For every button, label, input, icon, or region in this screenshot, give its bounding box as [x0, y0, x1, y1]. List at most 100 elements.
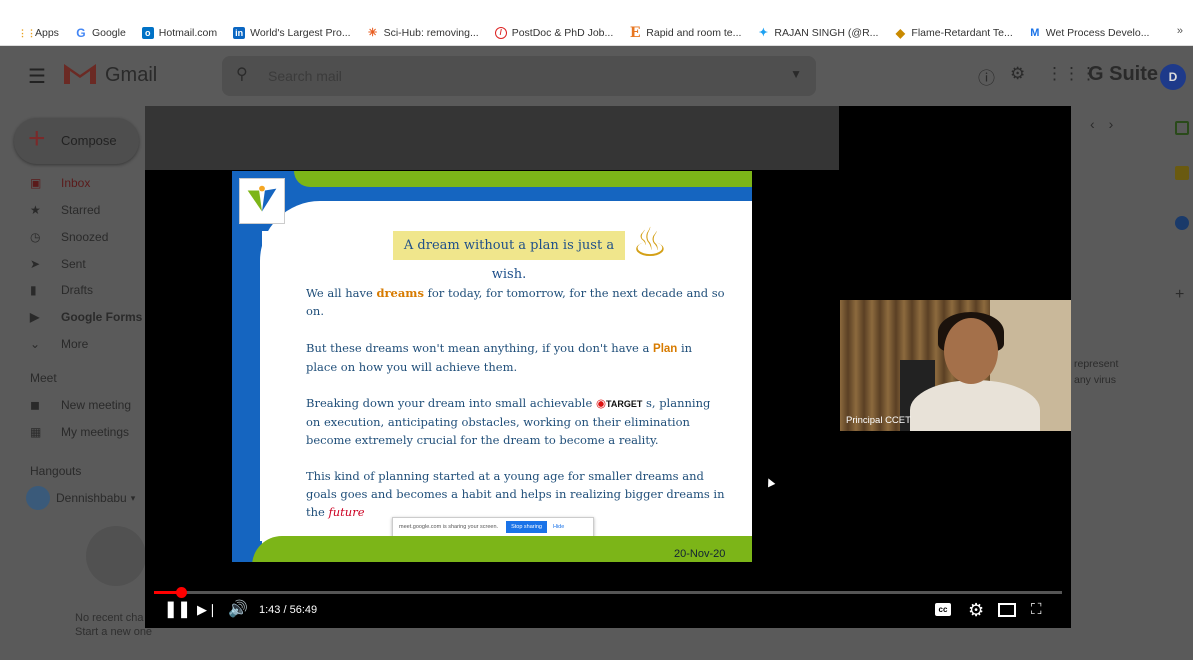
sidebar-item-more[interactable]: ⌄ More: [30, 337, 88, 351]
bookmark-postdoc[interactable]: / PostDoc & PhD Job...: [494, 26, 614, 39]
send-icon: ➤: [30, 257, 41, 271]
bookmark-google[interactable]: G Google: [75, 27, 126, 39]
bookmark-linkedin[interactable]: in World's Largest Pro...: [233, 26, 351, 39]
text: This kind of planning started at a young…: [306, 469, 725, 519]
browser-toolbar: [0, 0, 1193, 20]
slide-paragraph-4: This kind of planning started at a young…: [306, 467, 726, 521]
twitter-icon: ✦: [758, 26, 769, 39]
pause-icon[interactable]: ❚❚: [164, 600, 191, 620]
meet-section-title: Meet: [30, 371, 57, 385]
bookmark-rapid[interactable]: E Rapid and room te...: [629, 24, 742, 41]
nav-label: My meetings: [61, 425, 130, 439]
highlight-target: TARGET: [605, 399, 643, 409]
slide-paragraph-2: But these dreams won't mean anything, if…: [306, 339, 726, 376]
slide-title: A dream without a plan is just a wish.: [393, 231, 625, 282]
scihub-icon: ✳: [367, 26, 378, 39]
gear-icon[interactable]: ⚙: [968, 600, 984, 620]
avatar[interactable]: D: [1160, 64, 1186, 90]
share-notice-text: meet.google.com is sharing your screen.: [399, 524, 499, 530]
add-addon-icon[interactable]: +: [1175, 286, 1184, 304]
target-icon: ◉: [595, 396, 606, 410]
nav-label: More: [61, 337, 89, 351]
hide-button[interactable]: Hide: [553, 524, 564, 530]
bookmark-flame[interactable]: ◆ Flame-Retardant Te...: [894, 25, 1013, 40]
meet-my-meetings[interactable]: ▦ My meetings: [30, 425, 129, 439]
hangouts-user[interactable]: Dennishbabu ▾: [26, 486, 135, 510]
apps-grid-icon: ⋮⋮: [18, 27, 36, 38]
preview-line: any virus: [1074, 374, 1117, 386]
linkedin-icon: in: [233, 26, 246, 39]
bookmark-hotmail[interactable]: o Hotmail.com: [141, 26, 217, 39]
slide-band-green: [294, 171, 752, 187]
presenter-face: [944, 318, 998, 384]
bookmark-label: Wet Process Develo...: [1045, 26, 1150, 39]
text: But these dreams won't mean anything, if…: [306, 341, 654, 355]
bookmark-apps[interactable]: ⋮⋮ Apps: [18, 27, 59, 39]
sidebar-item-snoozed[interactable]: ◷ Snoozed: [30, 230, 108, 244]
sidebar-item-google-forms[interactable]: ▶ Google Forms: [30, 310, 142, 324]
bookmark-label: Google: [91, 26, 126, 39]
bookmark-label: RAJAN SINGH (@R...: [774, 26, 879, 39]
bookmarks-overflow-button[interactable]: »: [1177, 25, 1183, 37]
elsevier-icon: E: [629, 24, 641, 41]
video-frame-top: [145, 106, 839, 170]
chevron-down-icon: ⌄: [30, 337, 41, 351]
stop-sharing-button[interactable]: Stop sharing: [506, 521, 547, 533]
gear-icon[interactable]: ⚙: [1010, 64, 1025, 84]
sidebar-item-sent[interactable]: ➤ Sent: [30, 257, 86, 271]
search-options-icon[interactable]: ▼: [790, 67, 802, 81]
slide-paragraph-3: Breaking down your dream into small achi…: [306, 394, 726, 449]
calendar-addon-icon[interactable]: [1175, 121, 1189, 135]
keep-addon-icon[interactable]: [1175, 166, 1189, 180]
sidebar-item-starred[interactable]: ★ Starred: [30, 203, 100, 217]
nav-label: Sent: [61, 257, 86, 271]
w-icon: M: [1030, 26, 1040, 39]
bookmarks-bar: ⋮⋮ Apps G Google o Hotmail.com in World's La…: [0, 20, 1193, 46]
search-bar[interactable]: ⚲ ▼: [222, 56, 816, 96]
bookmark-label: Apps: [35, 26, 59, 39]
diamond-icon: ◆: [895, 25, 906, 40]
text: Breaking down your dream into small achi…: [306, 396, 596, 410]
magic-lamp-icon: ♨: [632, 221, 668, 265]
highlight-dreams: dreams: [376, 286, 424, 300]
search-icon[interactable]: ⚲: [236, 64, 248, 84]
google-icon: G: [76, 25, 86, 40]
help-icon[interactable]: ⓘ: [978, 64, 995, 89]
bookmark-twitter[interactable]: ✦ RAJAN SINGH (@R...: [757, 26, 879, 39]
bookmark-label: Flame-Retardant Te...: [911, 26, 1013, 39]
sidebar-item-inbox[interactable]: ▣ Inbox: [30, 176, 90, 190]
nav-label: Inbox: [61, 176, 91, 190]
preview-line: represent: [1074, 358, 1119, 370]
next-icon[interactable]: ▶❘: [197, 600, 218, 620]
pager-arrows-icon[interactable]: ‹›: [1090, 116, 1127, 132]
main-menu-icon[interactable]: ☰: [28, 64, 46, 89]
compose-button[interactable]: + Compose: [14, 118, 139, 164]
progress-bar[interactable]: [154, 587, 1062, 598]
search-input[interactable]: [268, 66, 748, 86]
institute-logo-icon: [239, 178, 285, 224]
tasks-addon-icon[interactable]: [1175, 216, 1189, 230]
captions-icon[interactable]: cc: [935, 603, 951, 616]
highlight-plan: Plan: [653, 343, 678, 355]
bookmark-label: Rapid and room te...: [646, 26, 742, 39]
presentation-slide: A dream without a plan is just a wish. ♨…: [232, 171, 752, 562]
miniplayer-icon[interactable]: [998, 603, 1016, 617]
nav-label: New meeting: [61, 398, 132, 412]
meet-new-meeting[interactable]: ◼ New meeting: [30, 398, 131, 412]
scrubber-handle[interactable]: [176, 587, 188, 598]
bookmark-label: PostDoc & PhD Job...: [511, 26, 614, 39]
nav-label: Google Forms: [61, 310, 143, 324]
slide-band-left: [232, 171, 262, 562]
bookmark-scihub[interactable]: ✳ Sci-Hub: removing...: [367, 27, 479, 39]
bookmark-wetprocess[interactable]: M Wet Process Develo...: [1029, 26, 1150, 39]
no-recent-text: No recent cha: [75, 612, 144, 624]
volume-icon[interactable]: 🔊: [228, 600, 248, 620]
bookmark-label: World's Largest Pro...: [250, 26, 351, 39]
participant-name: Principal CCET: [846, 415, 911, 426]
outlook-icon: o: [141, 26, 154, 39]
fullscreen-icon[interactable]: ⛶: [1031, 600, 1042, 620]
start-new-link[interactable]: Start a new one: [75, 625, 152, 639]
slide-date: 20-Nov-20: [674, 548, 726, 560]
sidebar-item-drafts[interactable]: ▮ Drafts: [30, 283, 93, 297]
video-player[interactable]: A dream without a plan is just a wish. ♨…: [145, 106, 1071, 628]
